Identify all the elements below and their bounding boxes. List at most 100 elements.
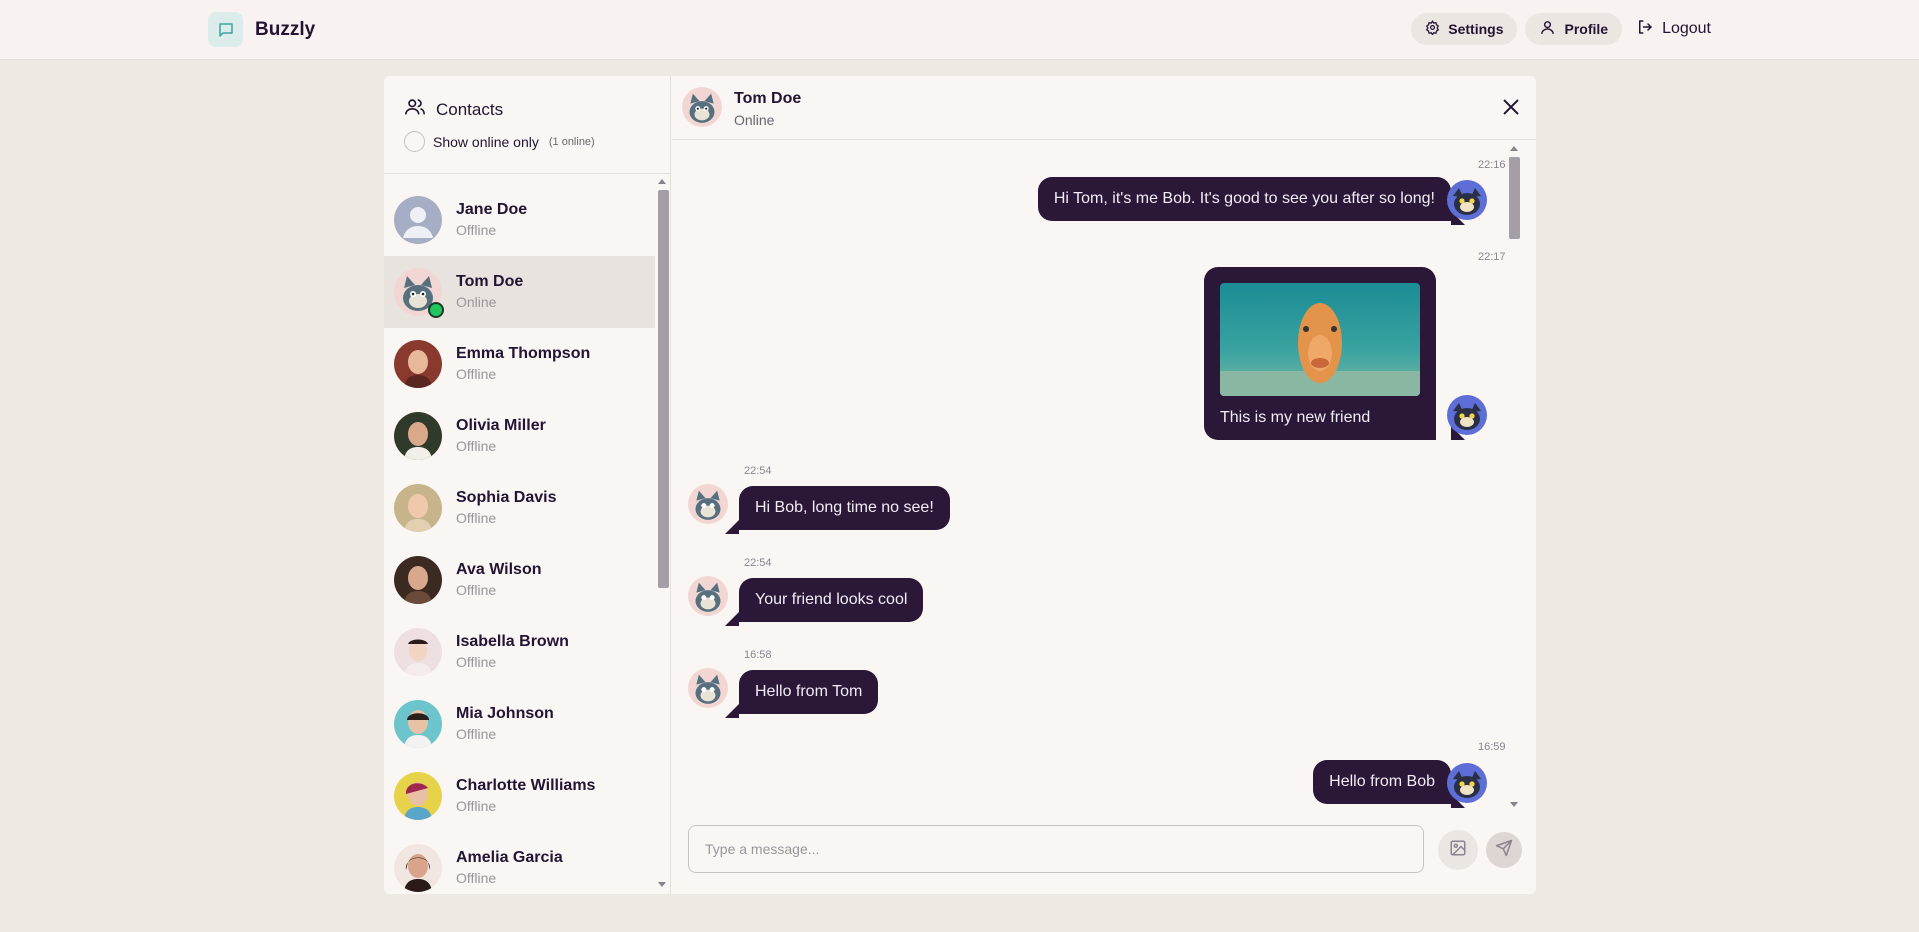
chat-contact-avatar	[682, 87, 722, 127]
avatar	[394, 268, 444, 318]
my-avatar	[1447, 180, 1487, 220]
message-input[interactable]	[688, 825, 1424, 873]
contact-status: Offline	[456, 726, 497, 742]
contact-status: Offline	[456, 510, 497, 526]
message-text: This is my new friend	[1220, 409, 1371, 426]
message-time: 22:54	[744, 557, 772, 569]
avatar	[394, 556, 442, 604]
avatar	[394, 844, 442, 892]
bubble-tail	[725, 520, 739, 534]
messages-scroll-up[interactable]	[1510, 146, 1518, 151]
message-bubble: Hello from Tom	[739, 670, 879, 714]
app-name: Buzzly	[255, 18, 316, 40]
online-only-label: Show online only	[433, 133, 539, 150]
contact-name: Charlotte Williams	[456, 777, 596, 794]
gear-icon	[1425, 20, 1440, 38]
profile-label: Profile	[1564, 21, 1609, 37]
my-avatar	[1447, 763, 1487, 803]
contact-tom-doe[interactable]: Tom Doe Online	[384, 256, 655, 328]
contact-message-avatar	[688, 668, 728, 708]
avatar	[394, 700, 442, 748]
shared-image[interactable]	[1220, 283, 1420, 396]
contact-status: Offline	[456, 798, 497, 814]
contacts-scroll-up[interactable]	[658, 179, 666, 184]
contact-status: Offline	[456, 438, 497, 454]
contact-emma-thompson[interactable]: Emma Thompson Offline	[384, 328, 655, 400]
online-only-checkbox[interactable]	[404, 131, 425, 152]
contact-status: Offline	[456, 582, 497, 598]
user-icon	[1539, 19, 1556, 39]
chat-contact-status: Online	[734, 112, 775, 128]
contact-name: Olivia Miller	[456, 417, 546, 434]
message-time: 16:58	[744, 649, 772, 661]
contact-status: Offline	[456, 366, 497, 382]
image-message-bubble: This is my new friend	[1204, 267, 1436, 440]
contact-status: Offline	[456, 654, 497, 670]
avatar	[394, 196, 442, 244]
contact-mia-johnson[interactable]: Mia Johnson Offline	[384, 688, 655, 760]
contact-name: Amelia Garcia	[456, 849, 563, 866]
settings-label: Settings	[1448, 21, 1504, 37]
top-nav: Buzzly Settings Profile Logout	[0, 0, 1919, 60]
online-only-toggle[interactable]: Show online only (1 online)	[404, 131, 595, 152]
contact-sophia-davis[interactable]: Sophia Davis Offline	[384, 472, 655, 544]
online-count: (1 online)	[548, 135, 595, 148]
message-bubble: Hello from Bob	[1313, 760, 1451, 804]
chat-card: Contacts Show online only (1 online) Jan…	[384, 76, 1536, 894]
chat-panel: Tom Doe Online 22:16 Hi Tom, it's me Bob…	[672, 76, 1536, 894]
sidebar-header: Contacts Show online only (1 online)	[384, 76, 671, 174]
contact-ava-wilson[interactable]: Ava Wilson Offline	[384, 544, 655, 616]
contact-list: Jane Doe Offline Tom Doe Online Emma Thomp…	[384, 184, 655, 894]
logout-icon	[1636, 18, 1654, 41]
message-bubble: Hi Tom, it's me Bob. It's good to see yo…	[1037, 177, 1451, 221]
contact-status: Offline	[456, 222, 497, 238]
attach-image-button[interactable]	[1438, 830, 1478, 870]
send-button[interactable]	[1486, 832, 1522, 868]
contact-name: Tom Doe	[456, 273, 524, 290]
send-icon	[1495, 839, 1513, 862]
bubble-tail	[725, 612, 739, 626]
messages-scrollbar[interactable]	[1509, 157, 1520, 239]
online-indicator	[428, 302, 444, 318]
contact-jane-doe[interactable]: Jane Doe Offline	[384, 184, 655, 256]
contact-name: Jane Doe	[456, 201, 528, 218]
message-time: 22:16	[1478, 159, 1506, 171]
bubble-tail	[725, 704, 739, 718]
chat-bubble-icon	[208, 12, 243, 47]
contact-status: Online	[456, 294, 497, 310]
avatar	[394, 772, 442, 820]
profile-button[interactable]: Profile	[1525, 13, 1623, 45]
message-time: 22:54	[744, 465, 772, 477]
contact-amelia-garcia[interactable]: Amelia Garcia Offline	[384, 832, 655, 894]
contact-name: Emma Thompson	[456, 345, 591, 362]
contact-olivia-miller[interactable]: Olivia Miller Offline	[384, 400, 655, 472]
contact-name: Sophia Davis	[456, 489, 557, 506]
contact-isabella-brown[interactable]: Isabella Brown Offline	[384, 616, 655, 688]
contacts-scroll-down[interactable]	[658, 882, 666, 887]
avatar	[394, 412, 442, 460]
contact-name: Mia Johnson	[456, 705, 554, 722]
image-icon	[1449, 839, 1467, 862]
avatar	[394, 340, 442, 388]
contact-charlotte-williams[interactable]: Charlotte Williams Offline	[384, 760, 655, 832]
logout-label: Logout	[1662, 20, 1711, 37]
contacts-sidebar: Contacts Show online only (1 online) Jan…	[384, 76, 671, 894]
avatar	[394, 628, 442, 676]
message-composer	[672, 811, 1536, 894]
close-icon	[1500, 99, 1522, 122]
contacts-scrollbar[interactable]	[658, 190, 669, 588]
my-avatar	[1447, 395, 1487, 435]
settings-button[interactable]: Settings	[1411, 13, 1518, 45]
logout-button[interactable]: Logout	[1630, 13, 1717, 45]
message-bubble: Hi Bob, long time no see!	[739, 486, 950, 530]
messages-scroll-down[interactable]	[1510, 802, 1518, 807]
brand[interactable]: Buzzly	[208, 12, 315, 47]
contact-status: Offline	[456, 870, 497, 886]
contact-name: Isabella Brown	[456, 633, 569, 650]
close-chat-button[interactable]	[1500, 96, 1522, 118]
users-icon	[404, 96, 426, 123]
message-time: 16:59	[1478, 741, 1506, 753]
avatar	[394, 484, 442, 532]
contact-message-avatar	[688, 576, 728, 616]
chat-contact-name: Tom Doe	[734, 90, 802, 107]
